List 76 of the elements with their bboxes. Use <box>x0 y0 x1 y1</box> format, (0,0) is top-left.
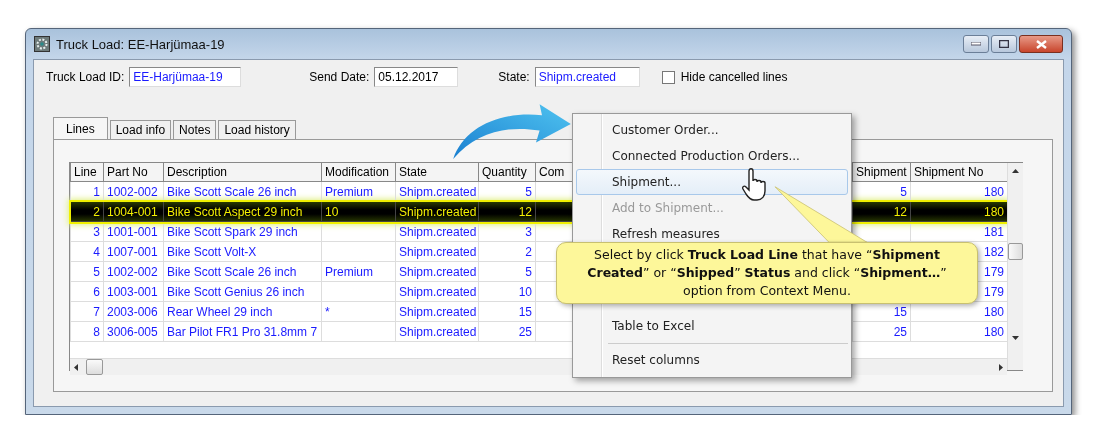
menu-item[interactable]: Shipment... <box>576 169 848 195</box>
field-label: Send Date: <box>309 70 370 84</box>
table-cell: 12 <box>478 201 536 222</box>
table-cell: Shipm.created <box>395 221 479 242</box>
table-cell: Shipm.created <box>395 241 479 262</box>
table-cell: 1002-002 <box>103 261 164 282</box>
table-cell: Bike Scott Aspect 29 inch <box>163 201 322 222</box>
table-cell: 25 <box>478 321 536 342</box>
maximize-button[interactable] <box>991 35 1017 53</box>
table-cell: 2 <box>70 201 104 222</box>
window-title: Truck Load: EE-Harjümaa-19 <box>56 36 225 52</box>
table-cell: 2 <box>478 241 536 262</box>
table-cell: Bike Scott Scale 26 inch <box>163 261 322 282</box>
text-field[interactable]: EE-Harjümaa-19 <box>129 67 242 87</box>
table-cell: 1003-001 <box>103 281 164 302</box>
table-cell: Bike Scott Volt-X <box>163 241 322 262</box>
table-cell: Premium <box>321 261 396 282</box>
table-cell: 1007-001 <box>103 241 164 262</box>
tab[interactable]: Lines <box>53 117 108 139</box>
table-cell: Bar Pilot FR1 Pro 31.8mm 7 <box>163 321 322 342</box>
table-cell: 5 <box>70 261 104 282</box>
table-cell: 7 <box>70 301 104 322</box>
scrollbar-thumb[interactable] <box>86 359 103 375</box>
tab[interactable]: Load info <box>109 120 172 139</box>
gear-icon <box>34 36 50 52</box>
menu-item[interactable]: Connected Production Orders... <box>576 143 848 169</box>
field-label: Truck Load ID: <box>46 70 125 84</box>
table-cell: Shipm.created <box>395 281 479 302</box>
table-cell: Bike Scott Genius 26 inch <box>163 281 322 302</box>
table-cell: 8 <box>70 321 104 342</box>
text-field[interactable]: Shipm.created <box>534 67 640 87</box>
column-header[interactable]: Part No <box>103 163 164 182</box>
checkbox[interactable] <box>661 70 675 84</box>
scroll-left-icon <box>74 363 78 371</box>
table-cell: 6 <box>70 281 104 302</box>
tab[interactable]: Notes <box>173 120 217 139</box>
table-cell: 3006-005 <box>103 321 164 342</box>
minimize-icon <box>971 42 981 46</box>
table-cell: 2003-006 <box>103 301 164 322</box>
table-cell: 1001-001 <box>103 221 164 242</box>
scrollbar-thumb[interactable] <box>1008 243 1023 260</box>
column-header[interactable]: Quantity <box>478 163 536 182</box>
scroll-right-icon <box>999 363 1003 371</box>
text-field[interactable]: 05.12.2017 <box>374 67 459 87</box>
close-icon <box>1035 39 1047 49</box>
table-cell: 5 <box>478 261 536 282</box>
column-header[interactable]: State <box>395 163 479 182</box>
scroll-up-icon <box>1012 169 1019 173</box>
vertical-scrollbar[interactable] <box>1007 163 1023 370</box>
table-cell: 3 <box>70 221 104 242</box>
field-label: State: <box>498 70 530 84</box>
checkbox-label: Hide cancelled lines <box>680 70 788 84</box>
maximize-icon <box>999 40 1009 48</box>
table-cell: 1004-001 <box>103 201 164 222</box>
table-cell: * <box>321 301 396 322</box>
table-cell: Rear Wheel 29 inch <box>163 301 322 322</box>
table-cell: 4 <box>70 241 104 262</box>
table-cell: 10 <box>321 201 396 222</box>
column-header[interactable]: Modification <box>321 163 396 182</box>
menu-item[interactable]: Customer Order... <box>576 117 848 143</box>
table-cell: Shipm.created <box>395 261 479 282</box>
column-header[interactable]: Line <box>70 163 104 182</box>
column-header[interactable]: Shipment No <box>910 163 1008 182</box>
table-cell: Shipm.created <box>395 321 479 342</box>
menu-item[interactable]: Reset columns <box>576 347 848 373</box>
scroll-down-icon <box>1012 336 1019 340</box>
column-header[interactable]: Description <box>163 163 322 182</box>
tab[interactable]: Load history <box>218 120 296 139</box>
close-button[interactable] <box>1019 35 1063 53</box>
table-cell: 3 <box>478 221 536 242</box>
table-cell: 10 <box>478 281 536 302</box>
table-cell: Shipm.created <box>395 301 479 322</box>
column-header[interactable]: Shipment <box>852 163 911 182</box>
table-cell: Bike Scott Spark 29 inch <box>163 221 322 242</box>
table-cell: 15 <box>478 301 536 322</box>
table-cell: Shipm.created <box>395 201 479 222</box>
